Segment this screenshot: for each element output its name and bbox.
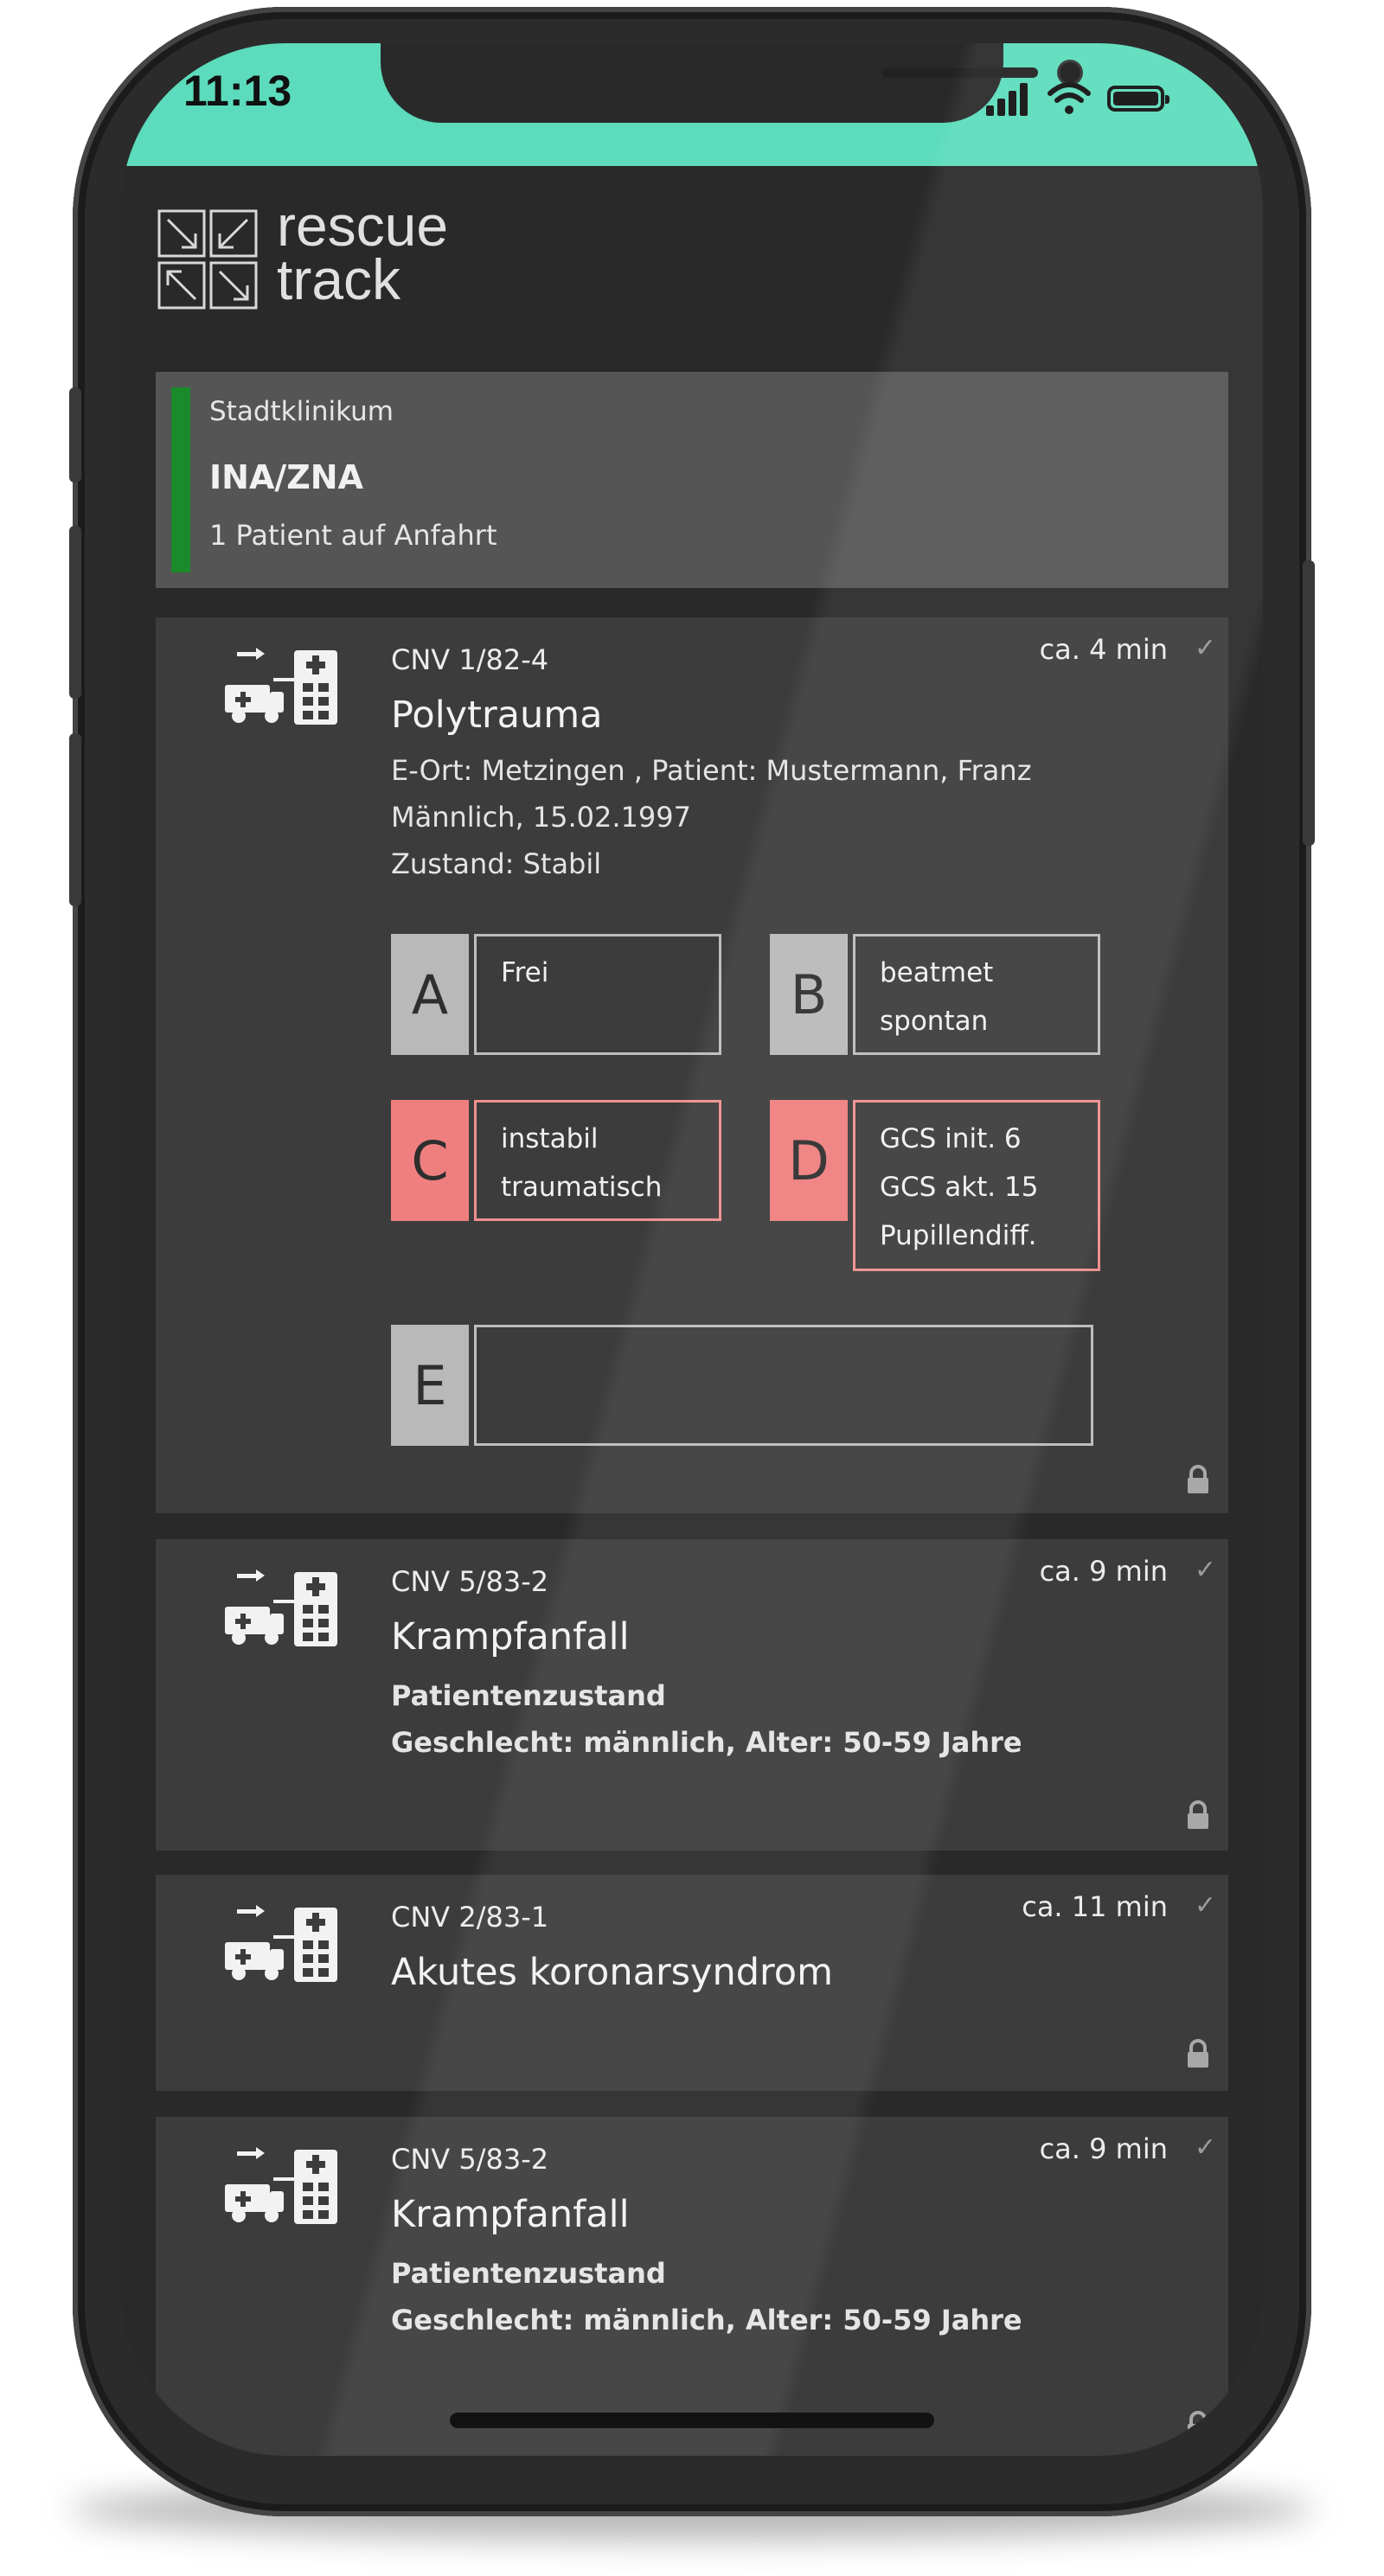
abcde-box-a[interactable]: Frei — [474, 934, 721, 1055]
abcde-box-e[interactable] — [474, 1325, 1093, 1446]
abcde-text: GCS init. 6 — [880, 1123, 1022, 1154]
abcde-box-d[interactable]: GCS init. 6 GCS akt. 15 Pupillendiff. — [853, 1100, 1100, 1271]
detail-line: Geschlecht: männlich, Alter: 50-59 Jahre — [391, 2304, 1022, 2336]
signal-icon — [986, 81, 1031, 116]
logo-line-2: track — [277, 247, 401, 311]
abcde-letter-d: D — [770, 1100, 848, 1221]
abcde-text: beatmet — [880, 957, 994, 988]
ambulance-to-hospital-icon — [225, 648, 337, 725]
abcde-box-b[interactable]: beatmet spontan — [853, 934, 1100, 1055]
front-camera — [1060, 62, 1080, 83]
check-icon: ✓ — [1194, 2132, 1216, 2163]
status-accent-bar — [171, 387, 190, 572]
abcde-text: traumatisch — [501, 1172, 663, 1203]
abcde-text: Frei — [501, 957, 549, 988]
logo-arrows-icon — [157, 209, 258, 310]
status-bar: 11:13 — [121, 43, 1263, 166]
logo-line-1: rescue — [277, 194, 449, 258]
case-id: CNV 5/83-2 — [391, 1565, 549, 1598]
check-icon: ✓ — [1194, 1890, 1216, 1921]
eta-label: ca. 11 min — [1022, 1890, 1168, 1923]
detail-line: E-Ort: Metzingen , Patient: Mustermann, … — [391, 754, 1032, 787]
abcde-box-c[interactable]: instabil traumatisch — [474, 1100, 721, 1221]
abcde-text: spontan — [880, 1006, 989, 1037]
lock-icon — [1188, 2411, 1208, 2439]
abcde-letter-c: C — [391, 1100, 469, 1221]
abcde-letter-b: B — [770, 934, 848, 1055]
abcde-letter-a: A — [391, 934, 469, 1055]
status-time: 11:13 — [183, 67, 292, 115]
battery-icon — [1107, 86, 1169, 112]
case-id: CNV 2/83-1 — [391, 1901, 549, 1934]
detail-line: Patientenzustand — [391, 1679, 666, 1712]
detail-line: Geschlecht: männlich, Alter: 50-59 Jahre — [391, 1726, 1022, 1759]
diagnosis: Krampfanfall — [391, 2193, 630, 2236]
ambulance-to-hospital-icon — [225, 1569, 337, 1646]
volume-up-button — [69, 526, 81, 699]
eta-label: ca. 9 min — [1039, 1555, 1168, 1588]
app-logo: rescue track — [156, 194, 519, 320]
notch — [381, 43, 1080, 123]
hospital-unit: INA/ZNA — [209, 458, 363, 496]
check-icon: ✓ — [1194, 633, 1216, 663]
patient-card[interactable]: CNV 5/83-2 ca. 9 min ✓ Krampfanfall Pati… — [156, 1539, 1228, 1851]
detail-line: Zustand: Stabil — [391, 847, 602, 880]
phone-screen: 11:13 rescue track Stadtklinikum INA/ZNA… — [121, 43, 1263, 2456]
patient-card[interactable]: CNV 2/83-1 ca. 11 min ✓ Akutes koronarsy… — [156, 1875, 1228, 2091]
abcde-text: instabil — [501, 1123, 599, 1154]
detail-line: Patientenzustand — [391, 2257, 666, 2290]
eta-label: ca. 9 min — [1039, 2132, 1168, 2165]
detail-line: Männlich, 15.02.1997 — [391, 801, 691, 834]
logo-wordmark: rescue track — [277, 194, 449, 311]
mute-switch — [69, 387, 81, 483]
hospital-header[interactable]: Stadtklinikum INA/ZNA 1 Patient auf Anfa… — [156, 372, 1228, 588]
lock-icon — [1188, 2039, 1208, 2068]
home-indicator[interactable] — [450, 2413, 934, 2428]
hospital-name: Stadtklinikum — [209, 396, 394, 427]
lock-icon — [1188, 1800, 1208, 1829]
patient-card[interactable]: CNV 1/82-4 ca. 4 min ✓ Polytrauma E-Ort:… — [156, 617, 1228, 1513]
diagnosis: Akutes koronarsyndrom — [391, 1951, 833, 1994]
patient-card[interactable]: CNV 5/83-2 ca. 9 min ✓ Krampfanfall Pati… — [156, 2117, 1228, 2456]
wifi-icon — [1048, 82, 1091, 114]
abcde-text: GCS akt. 15 — [880, 1172, 1039, 1203]
diagnosis: Polytrauma — [391, 694, 603, 737]
check-icon: ✓ — [1194, 1555, 1216, 1585]
abcde-text: Pupillendiff. — [880, 1220, 1037, 1251]
volume-down-button — [69, 733, 81, 906]
abcde-letter-e: E — [391, 1325, 469, 1446]
patient-count: 1 Patient auf Anfahrt — [209, 519, 497, 552]
ambulance-to-hospital-icon — [225, 2147, 337, 2224]
eta-label: ca. 4 min — [1039, 633, 1168, 666]
case-id: CNV 5/83-2 — [391, 2143, 549, 2176]
speaker-grille — [882, 67, 1038, 78]
case-id: CNV 1/82-4 — [391, 643, 549, 676]
diagnosis: Krampfanfall — [391, 1615, 630, 1659]
status-icons — [986, 81, 1194, 116]
ambulance-to-hospital-icon — [225, 1905, 337, 1982]
lock-icon — [1188, 1465, 1208, 1493]
power-button — [1303, 560, 1315, 846]
